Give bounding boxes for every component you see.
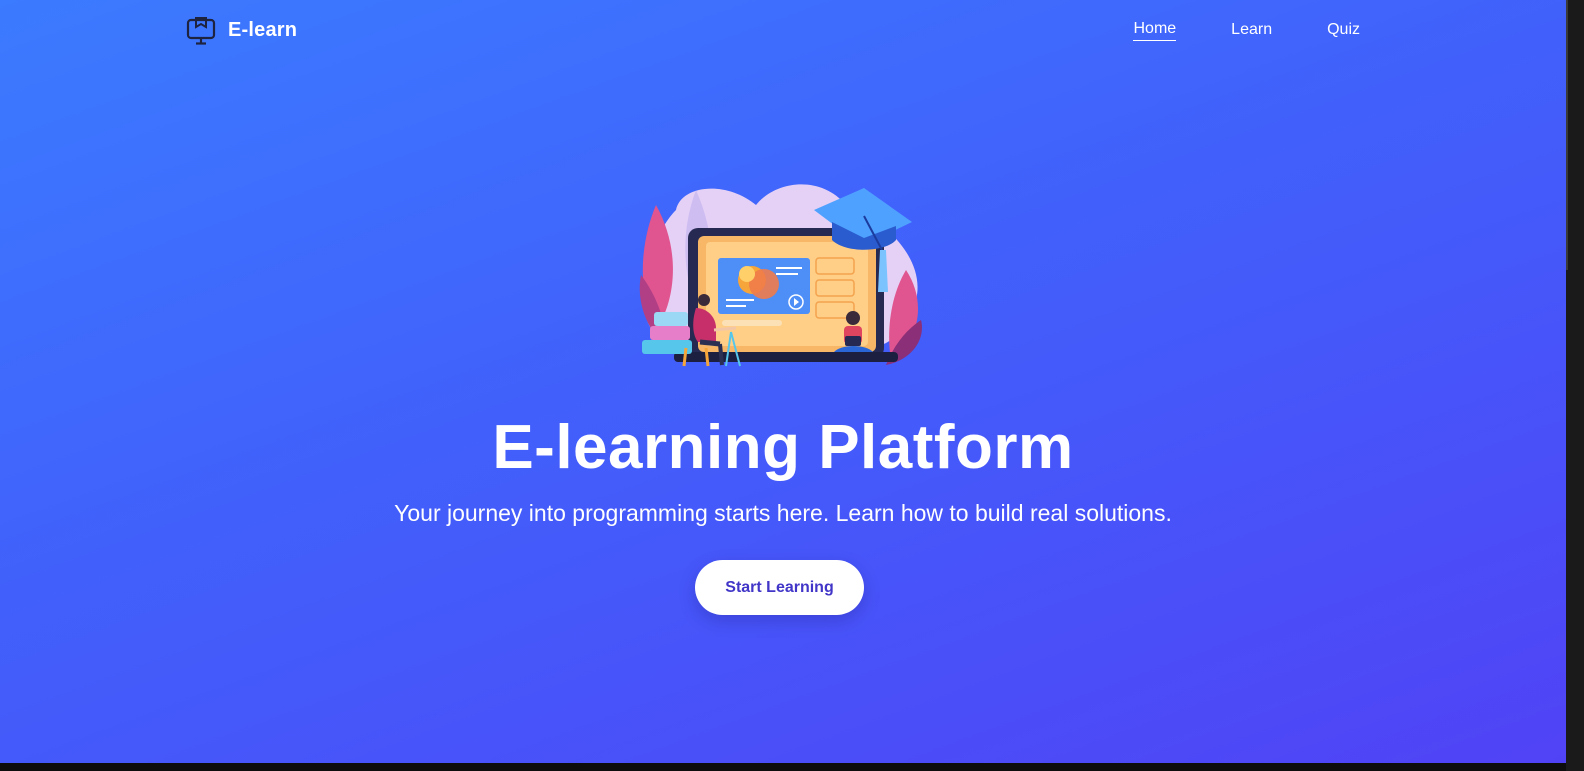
start-learning-button[interactable]: Start Learning: [695, 560, 864, 615]
nav-link-home[interactable]: Home: [1133, 20, 1177, 41]
scrollbar-thumb[interactable]: [1566, 0, 1568, 270]
nav-links: Home Learn Quiz: [1133, 20, 1360, 41]
hero-title: E-learning Platform: [492, 413, 1074, 482]
e-learning-laptop-illustration: [639, 184, 922, 367]
landing-page: E-learn Home Learn Quiz E-learning Platf…: [0, 0, 1566, 763]
window-bottom-edge: [0, 763, 1566, 771]
hero-subtitle: Your journey into programming starts her…: [394, 500, 1172, 526]
top-navbar: E-learn Home Learn Quiz: [0, 0, 1566, 62]
brand-logo[interactable]: E-learn: [186, 14, 297, 46]
nav-link-learn[interactable]: Learn: [1231, 21, 1272, 41]
brand-name: E-learn: [228, 18, 298, 41]
nav-link-quiz[interactable]: Quiz: [1327, 21, 1360, 41]
monitor-book-icon: [186, 17, 216, 45]
scrollbar-track[interactable]: [1566, 0, 1584, 771]
